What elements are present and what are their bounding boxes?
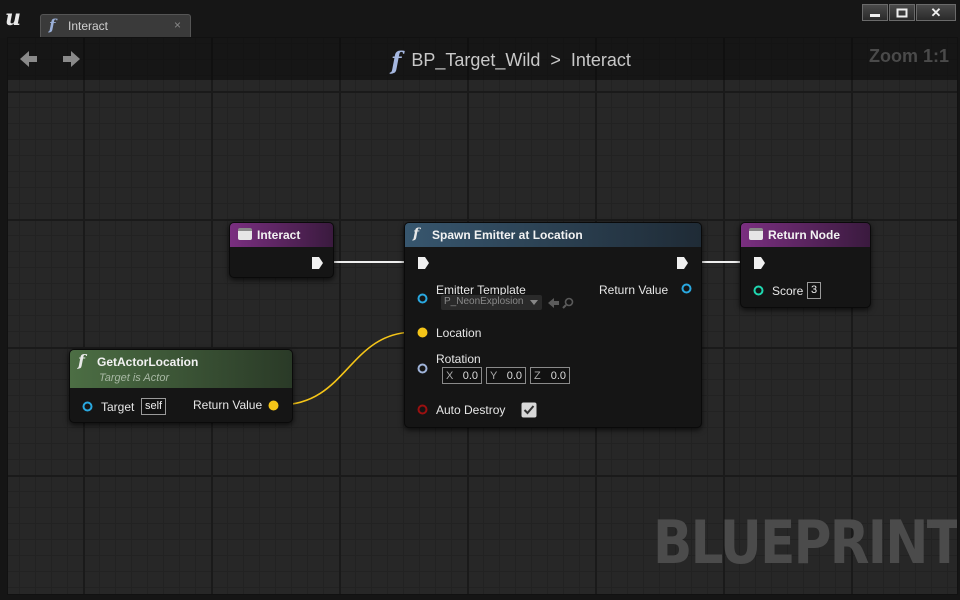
maximize-button[interactable] <box>889 4 915 21</box>
node-header: f GetActorLocation Target is Actor <box>70 350 292 388</box>
spawn-emitter-node[interactable]: f Spawn Emitter at Location Emitter Temp… <box>404 222 702 428</box>
emitter-template-dropdown[interactable]: P_NeonExplosion <box>441 295 542 310</box>
score-pin[interactable] <box>753 285 764 296</box>
axis-label: Y <box>490 370 498 382</box>
auto-destroy-pin[interactable] <box>417 404 428 415</box>
maximize-icon <box>896 8 908 17</box>
return-value-label: Return Value <box>599 283 669 297</box>
use-selected-asset-icon[interactable] <box>548 298 560 308</box>
axis-value: 0.0 <box>462 370 478 382</box>
axis-label: Z <box>534 370 541 382</box>
node-header: f Spawn Emitter at Location <box>405 223 701 247</box>
tab-label: Interact <box>68 19 109 33</box>
return-value-pin[interactable] <box>268 400 279 411</box>
node-title: Return Node <box>768 228 840 242</box>
node-title: GetActorLocation <box>97 355 199 369</box>
node-subtitle: Target is Actor <box>99 372 170 384</box>
vector-wire-location[interactable] <box>278 331 416 406</box>
return-node[interactable]: Return Node Score 3 <box>740 222 871 308</box>
location-pin[interactable] <box>417 327 428 338</box>
return-value-label: Return Value <box>193 398 263 412</box>
auto-destroy-checkbox[interactable] <box>521 402 537 418</box>
blueprint-watermark: BLUEPRINT <box>653 508 958 578</box>
interact-node[interactable]: Interact <box>229 222 334 278</box>
return-node-icon <box>749 228 763 240</box>
blueprint-graph[interactable]: f BP_Target_Wild > Interact Zoom 1:1 Int… <box>7 37 958 595</box>
dropdown-arrow-icon <box>530 300 538 305</box>
score-label: Score <box>772 284 804 298</box>
axis-value: 0.0 <box>550 370 566 382</box>
axis-value: 0.0 <box>506 370 522 382</box>
exec-out-pin[interactable] <box>311 256 324 270</box>
node-title: Spawn Emitter at Location <box>432 228 583 242</box>
exec-in-pin[interactable] <box>417 256 430 270</box>
node-header: Return Node <box>741 223 870 247</box>
rotation-y-field[interactable]: Y 0.0 <box>486 367 526 384</box>
target-input[interactable]: self <box>141 398 167 415</box>
exec-in-pin[interactable] <box>753 256 766 270</box>
rotation-x-field[interactable]: X 0.0 <box>442 367 482 384</box>
node-header: Interact <box>230 223 333 247</box>
tab-close-icon[interactable]: × <box>174 18 181 32</box>
rotation-pin[interactable] <box>417 363 428 374</box>
minimize-button[interactable] <box>862 4 888 21</box>
exec-out-pin[interactable] <box>676 256 689 270</box>
get-actor-location-node[interactable]: f GetActorLocation Target is Actor Targe… <box>69 349 293 423</box>
rotation-z-field[interactable]: Z 0.0 <box>530 367 570 384</box>
emitter-template-pin[interactable] <box>417 293 428 304</box>
minimize-icon <box>870 13 880 17</box>
window-controls: ✕ <box>862 4 956 22</box>
event-entry-icon <box>238 228 252 240</box>
function-icon: f <box>413 226 420 242</box>
target-label: Target <box>101 400 135 414</box>
unreal-logo-icon: u <box>5 5 21 31</box>
score-input[interactable]: 3 <box>807 282 822 299</box>
location-label: Location <box>436 326 482 340</box>
title-bar: u f Interact × ✕ <box>0 0 960 38</box>
node-title: Interact <box>257 228 301 242</box>
return-value-pin[interactable] <box>681 283 692 294</box>
tab-interact[interactable]: f Interact × <box>40 14 191 38</box>
function-icon: f <box>78 351 85 370</box>
function-icon: f <box>49 16 56 34</box>
rotation-label: Rotation <box>436 352 481 366</box>
close-button[interactable]: ✕ <box>916 4 956 21</box>
axis-label: X <box>446 370 454 382</box>
browse-asset-icon[interactable] <box>562 297 574 309</box>
target-pin[interactable] <box>82 401 93 412</box>
auto-destroy-label: Auto Destroy <box>436 403 506 417</box>
emitter-template-value: P_NeonExplosion <box>444 296 524 307</box>
